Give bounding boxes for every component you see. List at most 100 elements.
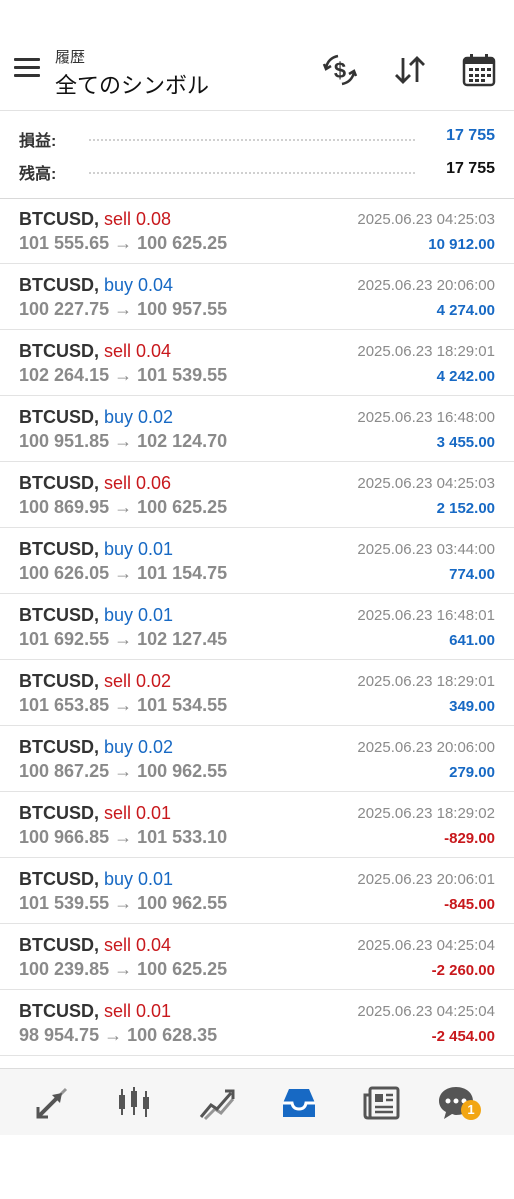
trade-symbol: BTCUSD,: [19, 341, 99, 361]
balance-label: 残高:: [19, 166, 57, 183]
trade-symbol: BTCUSD,: [19, 1001, 99, 1021]
trade-time: 2025.06.23 04:25:04: [357, 1003, 495, 1020]
trade-profit: 349.00: [449, 698, 495, 715]
trade-profit: 641.00: [449, 632, 495, 649]
history-icon[interactable]: [279, 1083, 319, 1123]
calendar-icon[interactable]: [461, 52, 497, 88]
trade-time: 2025.06.23 16:48:01: [357, 607, 495, 624]
trade-profit: -845.00: [444, 896, 495, 913]
trade-profit: 774.00: [449, 566, 495, 583]
trade-symbol: BTCUSD,: [19, 209, 99, 229]
chat-badge: 1: [461, 1100, 481, 1120]
balance-row: 残高: 17 755: [19, 160, 495, 184]
profit-value: 17 755: [446, 127, 495, 144]
trade-prices: 102 264.15 → 101 539.55: [19, 365, 228, 385]
trade-row[interactable]: BTCUSD, sell 0.01 2025.06.23 04:25:04 98 95…: [0, 990, 514, 1056]
trade-direction: sell 0.01: [104, 1001, 172, 1021]
trade-direction: sell 0.02: [104, 671, 172, 691]
trade-profit: -2 454.00: [431, 1028, 495, 1045]
trade-time: 2025.06.23 18:29:02: [357, 805, 495, 822]
trade-row[interactable]: BTCUSD, sell 0.04 2025.06.23 18:29:01 102 2…: [0, 330, 514, 396]
trade-row[interactable]: BTCUSD, buy 0.01 2025.06.23 16:48:01 101 69…: [0, 594, 514, 660]
profit-label: 損益:: [19, 133, 57, 150]
trade-profit: -829.00: [444, 830, 495, 847]
trade-time: 2025.06.23 03:44:00: [357, 541, 495, 558]
trade-prices: 100 869.95 → 100 625.25: [19, 497, 228, 517]
trade-row[interactable]: BTCUSD, sell 0.04 2025.06.23 04:25:04 100 2…: [0, 924, 514, 990]
trade-symbol: BTCUSD,: [19, 737, 99, 757]
page-title[interactable]: 全てのシンボル: [55, 68, 209, 100]
trade-prices: 100 951.85 → 102 124.70: [19, 431, 228, 451]
trade-time: 2025.06.23 18:29:01: [357, 343, 495, 360]
menu-icon[interactable]: [14, 58, 40, 80]
trade-direction: buy 0.01: [104, 869, 174, 889]
trade-time: 2025.06.23 20:06:00: [357, 739, 495, 756]
trade-direction: buy 0.01: [104, 539, 174, 559]
trade-prices: 101 692.55 → 102 127.45: [19, 629, 228, 649]
trade-profit: 279.00: [449, 764, 495, 781]
trade-row[interactable]: BTCUSD, buy 0.04 2025.06.23 20:06:00 100 22…: [0, 264, 514, 330]
trade-row[interactable]: BTCUSD, buy 0.02 2025.06.23 20:06:00 100 86…: [0, 726, 514, 792]
trade-direction: sell 0.08: [104, 209, 172, 229]
trade-prices: 100 626.05 → 101 154.75: [19, 563, 228, 583]
sort-icon[interactable]: [392, 52, 428, 88]
trade-direction: buy 0.02: [104, 737, 174, 757]
trade-time: 2025.06.23 20:06:01: [357, 871, 495, 888]
trade-prices: 101 555.65 → 100 625.25: [19, 233, 228, 253]
trade-symbol: BTCUSD,: [19, 275, 99, 295]
trade-list[interactable]: BTCUSD, sell 0.08 2025.06.23 04:25:03 101 5…: [0, 198, 514, 1068]
trade-time: 2025.06.23 18:29:01: [357, 673, 495, 690]
trade-prices: 98 954.75 → 100 628.35: [19, 1025, 218, 1045]
trade-profit: -2 260.00: [431, 962, 495, 979]
trade-direction: sell 0.01: [104, 803, 172, 823]
bottom-nav: [0, 1068, 514, 1135]
trade-row[interactable]: BTCUSD, sell 0.06 2025.06.23 04:25:03 100 8…: [0, 462, 514, 528]
trade-row[interactable]: BTCUSD, sell 0.01 2025.06.23 18:29:02 100 9…: [0, 792, 514, 858]
trade-row[interactable]: BTCUSD, sell 0.08 2025.06.23 04:25:03 101 5…: [0, 198, 514, 264]
trade-symbol: BTCUSD,: [19, 935, 99, 955]
trade-prices: 101 539.55 → 100 962.55: [19, 893, 228, 913]
trade-time: 2025.06.23 04:25:03: [357, 211, 495, 228]
trade-row[interactable]: BTCUSD, buy 0.02 2025.06.23 16:48:00 100 95…: [0, 396, 514, 462]
trade-symbol: BTCUSD,: [19, 803, 99, 823]
trade-row[interactable]: BTCUSD, sell 0.02 2025.06.23 18:29:01 101 6…: [0, 660, 514, 726]
trade-time: 2025.06.23 04:25:04: [357, 937, 495, 954]
trade-symbol: BTCUSD,: [19, 473, 99, 493]
trade-symbol: BTCUSD,: [19, 407, 99, 427]
dotted-leader: [89, 139, 415, 141]
trade-direction: buy 0.04: [104, 275, 174, 295]
trade-direction: sell 0.04: [104, 935, 172, 955]
trade-direction: sell 0.04: [104, 341, 172, 361]
profit-row: 損益: 17 755: [19, 127, 495, 151]
trade-symbol: BTCUSD,: [19, 605, 99, 625]
trade-direction: sell 0.06: [104, 473, 172, 493]
trade-prices: 100 239.85 → 100 625.25: [19, 959, 228, 979]
trade-symbol: BTCUSD,: [19, 539, 99, 559]
trade-row[interactable]: BTCUSD, buy 0.01 2025.06.23 20:06:01 101 53…: [0, 858, 514, 924]
summary-panel: 損益: 17 755 残高: 17 755: [0, 110, 514, 199]
trade-time: 2025.06.23 16:48:00: [357, 409, 495, 426]
trend-icon[interactable]: [197, 1083, 237, 1123]
trade-profit: 4 242.00: [436, 368, 495, 385]
dotted-leader: [89, 172, 415, 174]
trade-profit: 3 455.00: [436, 434, 495, 451]
chart-icon[interactable]: [114, 1083, 154, 1123]
trade-time: 2025.06.23 04:25:03: [357, 475, 495, 492]
trade-prices: 100 227.75 → 100 957.55: [19, 299, 228, 319]
trade-profit: 2 152.00: [436, 500, 495, 517]
trade-icon[interactable]: [32, 1083, 72, 1123]
news-icon[interactable]: [362, 1083, 402, 1123]
trade-row[interactable]: BTCUSD, buy 0.01 2025.06.23 03:44:00 100 62…: [0, 528, 514, 594]
trade-direction: buy 0.02: [104, 407, 174, 427]
page-subtitle: 履歴: [55, 49, 86, 66]
trade-symbol: BTCUSD,: [19, 671, 99, 691]
trade-time: 2025.06.23 20:06:00: [357, 277, 495, 294]
trade-symbol: BTCUSD,: [19, 869, 99, 889]
svg-text:$: $: [334, 58, 346, 83]
trade-direction: buy 0.01: [104, 605, 174, 625]
trade-profit: 4 274.00: [436, 302, 495, 319]
trade-prices: 100 867.25 → 100 962.55: [19, 761, 228, 781]
balance-value: 17 755: [446, 160, 495, 177]
currency-exchange-icon[interactable]: $: [322, 52, 358, 88]
trade-prices: 101 653.85 → 101 534.55: [19, 695, 228, 715]
